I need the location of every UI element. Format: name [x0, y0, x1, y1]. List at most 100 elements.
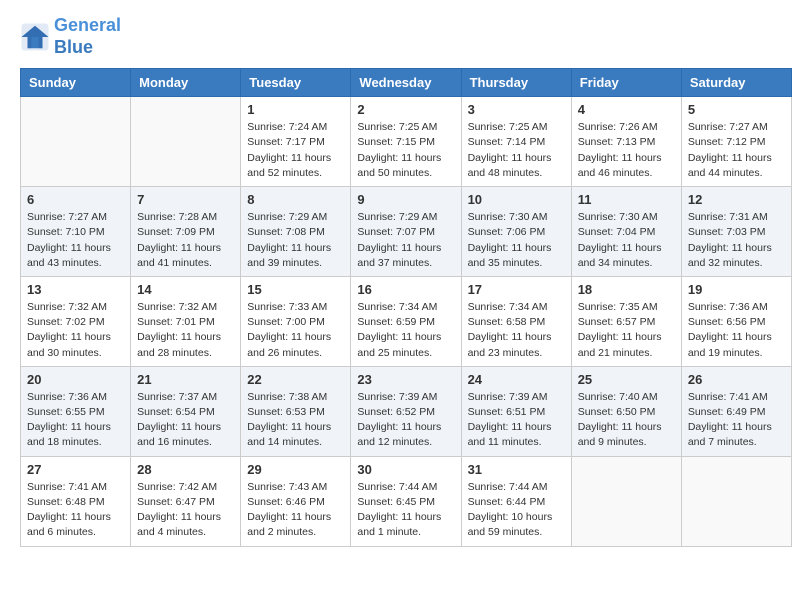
- calendar-cell: 24 Sunrise: 7:39 AM Sunset: 6:51 PM Dayli…: [461, 366, 571, 456]
- calendar-week-3: 13 Sunrise: 7:32 AM Sunset: 7:02 PM Dayli…: [21, 276, 792, 366]
- day-number: 27: [27, 462, 124, 477]
- calendar-cell: 2 Sunrise: 7:25 AM Sunset: 7:15 PM Daylig…: [351, 97, 461, 187]
- day-info: Sunrise: 7:39 AM Sunset: 6:51 PM Dayligh…: [468, 390, 565, 451]
- day-number: 10: [468, 192, 565, 207]
- calendar-cell: 26 Sunrise: 7:41 AM Sunset: 6:49 PM Dayli…: [681, 366, 791, 456]
- day-number: 6: [27, 192, 124, 207]
- calendar-cell: 29 Sunrise: 7:43 AM Sunset: 6:46 PM Dayli…: [241, 456, 351, 546]
- calendar-cell: 3 Sunrise: 7:25 AM Sunset: 7:14 PM Daylig…: [461, 97, 571, 187]
- day-info: Sunrise: 7:41 AM Sunset: 6:48 PM Dayligh…: [27, 480, 124, 541]
- calendar-wrapper: SundayMondayTuesdayWednesdayThursdayFrid…: [0, 68, 792, 556]
- day-info: Sunrise: 7:34 AM Sunset: 6:59 PM Dayligh…: [357, 300, 454, 361]
- calendar-cell: 12 Sunrise: 7:31 AM Sunset: 7:03 PM Dayli…: [681, 187, 791, 277]
- calendar-cell: 21Sunrise: 7:37 AM Sunset: 6:54 PM Dayli…: [131, 366, 241, 456]
- day-number: 29: [247, 462, 344, 477]
- day-number: 26: [688, 372, 785, 387]
- day-header-wednesday: Wednesday: [351, 69, 461, 97]
- day-info: Sunrise: 7:29 AM Sunset: 7:07 PM Dayligh…: [357, 210, 454, 271]
- calendar-cell: 22 Sunrise: 7:38 AM Sunset: 6:53 PM Dayli…: [241, 366, 351, 456]
- day-number: 8: [247, 192, 344, 207]
- calendar-cell: 8 Sunrise: 7:29 AM Sunset: 7:08 PM Daylig…: [241, 187, 351, 277]
- day-header-monday: Monday: [131, 69, 241, 97]
- calendar-cell: 6 Sunrise: 7:27 AM Sunset: 7:10 PM Daylig…: [21, 187, 131, 277]
- day-number: 1: [247, 102, 344, 117]
- calendar-week-4: 20 Sunrise: 7:36 AM Sunset: 6:55 PM Dayli…: [21, 366, 792, 456]
- calendar-cell: 23 Sunrise: 7:39 AM Sunset: 6:52 PM Dayli…: [351, 366, 461, 456]
- calendar-cell: 11 Sunrise: 7:30 AM Sunset: 7:04 PM Dayli…: [571, 187, 681, 277]
- calendar-cell: [21, 97, 131, 187]
- logo-text: General Blue: [54, 15, 121, 58]
- calendar-header: SundayMondayTuesdayWednesdayThursdayFrid…: [21, 69, 792, 97]
- day-info: Sunrise: 7:35 AM Sunset: 6:57 PM Dayligh…: [578, 300, 675, 361]
- day-info: Sunrise: 7:25 AM Sunset: 7:14 PM Dayligh…: [468, 120, 565, 181]
- day-number: 18: [578, 282, 675, 297]
- day-number: 2: [357, 102, 454, 117]
- calendar-cell: 14 Sunrise: 7:32 AM Sunset: 7:01 PM Dayli…: [131, 276, 241, 366]
- calendar-cell: [571, 456, 681, 546]
- day-number: 20: [27, 372, 124, 387]
- day-info: Sunrise: 7:42 AM Sunset: 6:47 PM Dayligh…: [137, 480, 234, 541]
- calendar-cell: [131, 97, 241, 187]
- day-info: Sunrise: 7:40 AM Sunset: 6:50 PM Dayligh…: [578, 390, 675, 451]
- calendar-week-2: 6 Sunrise: 7:27 AM Sunset: 7:10 PM Daylig…: [21, 187, 792, 277]
- day-number: 13: [27, 282, 124, 297]
- page-header: General Blue: [0, 0, 792, 68]
- calendar-cell: 13 Sunrise: 7:32 AM Sunset: 7:02 PM Dayli…: [21, 276, 131, 366]
- day-number: 15: [247, 282, 344, 297]
- day-info: Sunrise: 7:32 AM Sunset: 7:02 PM Dayligh…: [27, 300, 124, 361]
- calendar-cell: 20 Sunrise: 7:36 AM Sunset: 6:55 PM Dayli…: [21, 366, 131, 456]
- day-number: 14: [137, 282, 234, 297]
- calendar-cell: 19Sunrise: 7:36 AM Sunset: 6:56 PM Dayli…: [681, 276, 791, 366]
- calendar-cell: 9 Sunrise: 7:29 AM Sunset: 7:07 PM Daylig…: [351, 187, 461, 277]
- day-number: 25: [578, 372, 675, 387]
- day-number: 3: [468, 102, 565, 117]
- day-info: Sunrise: 7:25 AM Sunset: 7:15 PM Dayligh…: [357, 120, 454, 181]
- day-info: Sunrise: 7:32 AM Sunset: 7:01 PM Dayligh…: [137, 300, 234, 361]
- day-number: 16: [357, 282, 454, 297]
- day-info: Sunrise: 7:29 AM Sunset: 7:08 PM Dayligh…: [247, 210, 344, 271]
- day-header-saturday: Saturday: [681, 69, 791, 97]
- day-info: Sunrise: 7:39 AM Sunset: 6:52 PM Dayligh…: [357, 390, 454, 451]
- day-info: Sunrise: 7:37 AM Sunset: 6:54 PM Dayligh…: [137, 390, 234, 451]
- day-number: 22: [247, 372, 344, 387]
- day-number: 24: [468, 372, 565, 387]
- day-number: 4: [578, 102, 675, 117]
- day-number: 11: [578, 192, 675, 207]
- day-number: 12: [688, 192, 785, 207]
- calendar-cell: 16 Sunrise: 7:34 AM Sunset: 6:59 PM Dayli…: [351, 276, 461, 366]
- calendar-cell: 4Sunrise: 7:26 AM Sunset: 7:13 PM Daylig…: [571, 97, 681, 187]
- day-number: 23: [357, 372, 454, 387]
- day-info: Sunrise: 7:38 AM Sunset: 6:53 PM Dayligh…: [247, 390, 344, 451]
- calendar-cell: 31 Sunrise: 7:44 AM Sunset: 6:44 PM Dayli…: [461, 456, 571, 546]
- calendar-cell: 15 Sunrise: 7:33 AM Sunset: 7:00 PM Dayli…: [241, 276, 351, 366]
- calendar-cell: 28Sunrise: 7:42 AM Sunset: 6:47 PM Dayli…: [131, 456, 241, 546]
- calendar-week-5: 27 Sunrise: 7:41 AM Sunset: 6:48 PM Dayli…: [21, 456, 792, 546]
- calendar-cell: 1 Sunrise: 7:24 AM Sunset: 7:17 PM Daylig…: [241, 97, 351, 187]
- day-info: Sunrise: 7:41 AM Sunset: 6:49 PM Dayligh…: [688, 390, 785, 451]
- calendar-week-1: 1 Sunrise: 7:24 AM Sunset: 7:17 PM Daylig…: [21, 97, 792, 187]
- day-info: Sunrise: 7:43 AM Sunset: 6:46 PM Dayligh…: [247, 480, 344, 541]
- day-info: Sunrise: 7:36 AM Sunset: 6:55 PM Dayligh…: [27, 390, 124, 451]
- day-info: Sunrise: 7:44 AM Sunset: 6:44 PM Dayligh…: [468, 480, 565, 541]
- day-info: Sunrise: 7:28 AM Sunset: 7:09 PM Dayligh…: [137, 210, 234, 271]
- day-info: Sunrise: 7:36 AM Sunset: 6:56 PM Dayligh…: [688, 300, 785, 361]
- header-row: SundayMondayTuesdayWednesdayThursdayFrid…: [21, 69, 792, 97]
- day-info: Sunrise: 7:44 AM Sunset: 6:45 PM Dayligh…: [357, 480, 454, 541]
- day-header-friday: Friday: [571, 69, 681, 97]
- day-info: Sunrise: 7:27 AM Sunset: 7:10 PM Dayligh…: [27, 210, 124, 271]
- logo: General Blue: [20, 15, 121, 58]
- day-info: Sunrise: 7:31 AM Sunset: 7:03 PM Dayligh…: [688, 210, 785, 271]
- day-info: Sunrise: 7:27 AM Sunset: 7:12 PM Dayligh…: [688, 120, 785, 181]
- calendar-cell: [681, 456, 791, 546]
- calendar-cell: 25 Sunrise: 7:40 AM Sunset: 6:50 PM Dayli…: [571, 366, 681, 456]
- day-number: 9: [357, 192, 454, 207]
- day-number: 31: [468, 462, 565, 477]
- calendar-body: 1 Sunrise: 7:24 AM Sunset: 7:17 PM Daylig…: [21, 97, 792, 546]
- calendar-cell: 18 Sunrise: 7:35 AM Sunset: 6:57 PM Dayli…: [571, 276, 681, 366]
- day-info: Sunrise: 7:33 AM Sunset: 7:00 PM Dayligh…: [247, 300, 344, 361]
- day-info: Sunrise: 7:30 AM Sunset: 7:04 PM Dayligh…: [578, 210, 675, 271]
- day-info: Sunrise: 7:24 AM Sunset: 7:17 PM Dayligh…: [247, 120, 344, 181]
- day-header-thursday: Thursday: [461, 69, 571, 97]
- calendar-cell: 27 Sunrise: 7:41 AM Sunset: 6:48 PM Dayli…: [21, 456, 131, 546]
- calendar-table: SundayMondayTuesdayWednesdayThursdayFrid…: [20, 68, 792, 546]
